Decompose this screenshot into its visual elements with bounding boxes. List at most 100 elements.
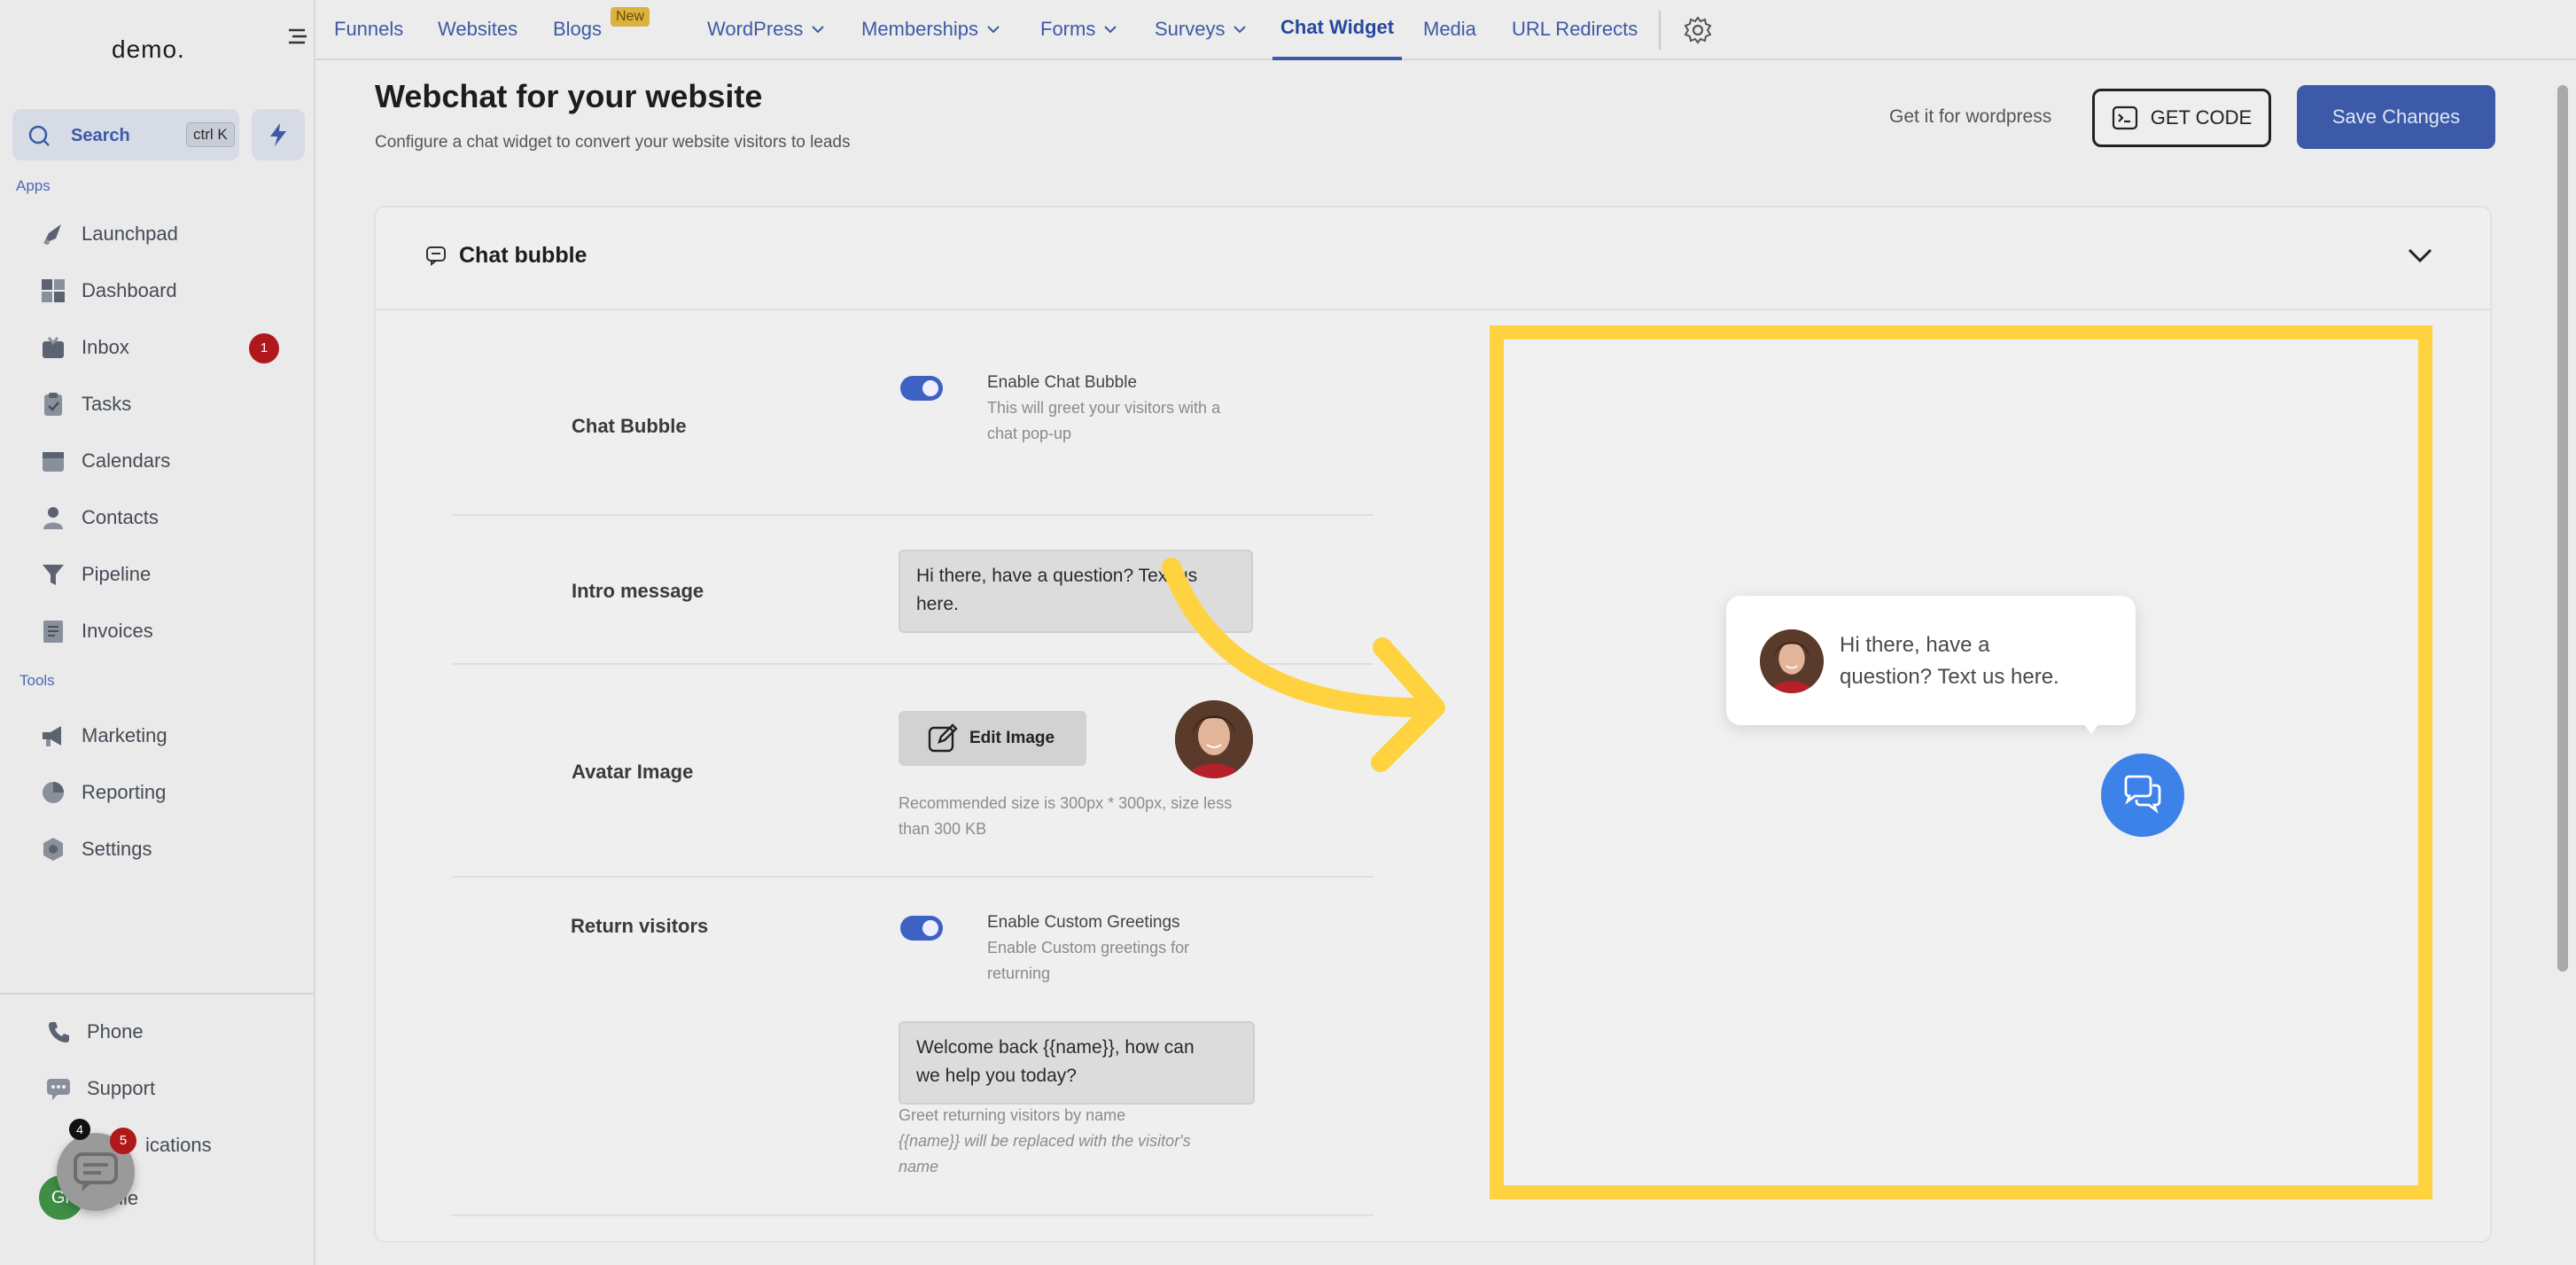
person-icon <box>37 502 69 534</box>
wordpress-link[interactable]: Get it for wordpress <box>1889 106 2051 128</box>
preview-chat-bubble: Hi there, have a question? Text us here. <box>1726 596 2136 734</box>
return-help-text: {{name}} will be replaced with the visit… <box>899 1128 1191 1154</box>
page-subtitle: Configure a chat widget to convert your … <box>375 133 851 152</box>
pie-chart-icon <box>37 777 69 808</box>
search-shortcut: ctrl K <box>186 122 235 147</box>
clipboard-icon <box>37 388 69 420</box>
sidebar-item-label: Inbox <box>82 336 129 358</box>
sidebar-item-support[interactable]: Support <box>43 1069 308 1108</box>
sidebar-item-label: Tasks <box>82 393 132 415</box>
sidebar-item-label: ications <box>145 1134 212 1156</box>
tab-label: Memberships <box>861 18 979 40</box>
chat-bubble-toggle-title: Enable Chat Bubble <box>987 373 1138 392</box>
row-divider <box>452 1214 1374 1216</box>
preview-chat-launcher[interactable] <box>2101 754 2184 837</box>
sidebar-item-settings[interactable]: Settings <box>37 830 303 869</box>
gear-icon <box>37 833 69 865</box>
sidebar-item-marketing[interactable]: Marketing <box>37 716 303 755</box>
tab-forms[interactable]: Forms <box>1040 18 1117 41</box>
tab-memberships[interactable]: Memberships <box>861 18 1000 41</box>
preview-line: Hi there, have a <box>1840 633 1990 657</box>
search-input[interactable]: Search ctrl K <box>12 109 239 160</box>
terminal-icon <box>2112 105 2137 130</box>
sidebar-item-label: Launchpad <box>82 223 178 245</box>
sidebar-item-phone[interactable]: Phone <box>43 1012 308 1051</box>
tab-label: WordPress <box>707 18 804 40</box>
collapse-menu-icon[interactable] <box>285 25 310 50</box>
chat-bubbles-icon <box>2124 775 2161 814</box>
tab-wordpress[interactable]: WordPress <box>707 18 825 41</box>
logo: demo. <box>112 35 185 63</box>
quick-actions-button[interactable] <box>252 109 305 160</box>
return-message-line: we help you today? <box>916 1066 1077 1086</box>
chat-bubble-icon <box>74 1152 118 1191</box>
annotation-arrow <box>1143 532 1453 785</box>
return-visitors-label: Return visitors <box>571 915 709 937</box>
settings-gear-icon[interactable] <box>1684 16 1712 49</box>
tab-url-redirects[interactable]: URL Redirects <box>1512 18 1638 41</box>
card-header-divider <box>376 308 2490 310</box>
apps-section-label: Apps <box>16 177 51 194</box>
edit-image-label: Edit Image <box>969 729 1055 747</box>
tab-label: URL Redirects <box>1512 18 1638 40</box>
funnel-icon <box>37 558 69 590</box>
return-help-rest: will be replaced with the visitor's <box>960 1132 1191 1150</box>
edit-image-button[interactable]: Edit Image <box>899 711 1086 766</box>
chat-bubble-label: Chat Bubble <box>572 415 687 437</box>
search-label: Search <box>71 126 130 145</box>
intro-message-label: Intro message <box>572 580 704 602</box>
sidebar-item-contacts[interactable]: Contacts <box>37 498 303 537</box>
sidebar-item-pipeline[interactable]: Pipeline <box>37 555 303 594</box>
sidebar-item-reporting[interactable]: Reporting <box>37 773 303 812</box>
tab-label: Chat Widget <box>1280 16 1395 38</box>
inbox-icon <box>37 332 69 363</box>
return-message-input[interactable]: Welcome back {{name}}, how can we help y… <box>899 1021 1255 1105</box>
edit-icon <box>928 723 958 753</box>
chevron-down-icon[interactable] <box>2407 246 2433 269</box>
scrollbar-thumb[interactable] <box>2557 85 2568 972</box>
sidebar-item-label: Contacts <box>82 506 159 528</box>
get-code-label: GET CODE <box>2150 106 2253 129</box>
row-divider <box>452 876 1374 878</box>
sidebar-item-label: Phone <box>87 1020 144 1042</box>
avatar-help-text: Recommended size is 300px * 300px, size … <box>899 794 1233 812</box>
tab-surveys[interactable]: Surveys <box>1155 18 1247 41</box>
chat-bubble-toggle-desc: chat pop-up <box>987 425 1072 442</box>
sidebar-item-dashboard[interactable]: Dashboard <box>37 271 303 310</box>
sidebar: demo. Search ctrl K Apps Launchpad Dashb… <box>0 0 315 1265</box>
notification-badge-black: 4 <box>69 1119 90 1140</box>
sidebar-item-label: Reporting <box>82 781 167 803</box>
tab-websites[interactable]: Websites <box>438 18 518 41</box>
sidebar-item-label: Calendars <box>82 449 171 472</box>
tools-section-label: Tools <box>19 672 55 689</box>
sidebar-item-launchpad[interactable]: Launchpad <box>37 215 303 254</box>
tab-funnels[interactable]: Funnels <box>334 18 403 41</box>
chevron-down-icon <box>1234 26 1247 34</box>
sidebar-item-tasks[interactable]: Tasks <box>37 385 303 424</box>
get-code-button[interactable]: GET CODE <box>2092 89 2271 147</box>
chat-bubble-toggle[interactable] <box>900 376 943 401</box>
sidebar-item-label: Dashboard <box>82 279 177 301</box>
tab-chat-widget[interactable]: Chat Widget <box>1280 16 1394 39</box>
tab-label: Media <box>1423 18 1476 40</box>
sidebar-item-invoices[interactable]: Invoices <box>37 612 303 651</box>
tab-blogs[interactable]: Blogs <box>553 18 602 41</box>
preview-avatar <box>1760 629 1824 693</box>
save-changes-button[interactable]: Save Changes <box>2297 85 2495 149</box>
megaphone-icon <box>37 720 69 752</box>
sidebar-item-calendars[interactable]: Calendars <box>37 441 303 480</box>
chat-bubble-toggle-desc: This will greet your visitors with a <box>987 399 1221 417</box>
tab-media[interactable]: Media <box>1423 18 1476 41</box>
sidebar-item-label: Invoices <box>82 620 153 642</box>
custom-greetings-toggle[interactable] <box>900 916 943 941</box>
page-title: Webchat for your website <box>375 78 763 114</box>
tab-label: Surveys <box>1155 18 1226 40</box>
return-help-text: name <box>899 1154 938 1180</box>
return-help-text: Greet returning visitors by name <box>899 1106 1126 1124</box>
chevron-down-icon <box>987 26 1000 34</box>
sidebar-item-label: Support <box>87 1077 156 1099</box>
notification-badge-red: 5 <box>110 1128 136 1154</box>
sidebar-item-label: Pipeline <box>82 563 152 585</box>
chevron-down-icon <box>1104 26 1117 34</box>
custom-greetings-desc: returning <box>987 964 1051 982</box>
